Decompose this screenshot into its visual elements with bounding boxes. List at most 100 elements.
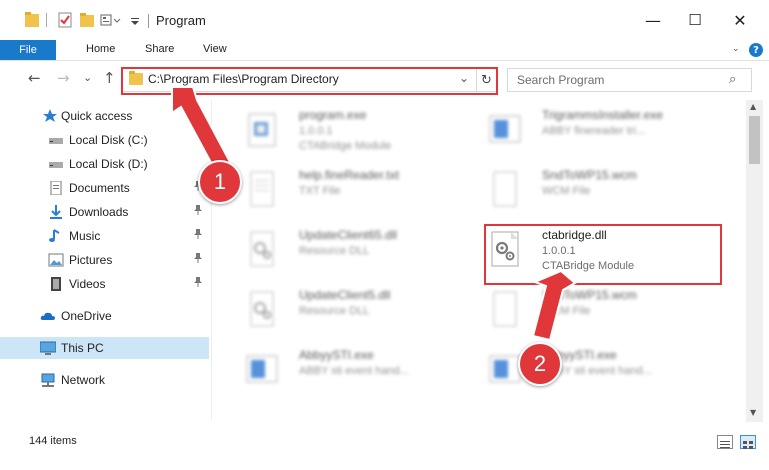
- pin-icon: [194, 229, 202, 242]
- sidebar-item-downloads[interactable]: Downloads: [0, 201, 209, 223]
- music-icon: [49, 229, 60, 242]
- file-name: SndToWP15.wcm: [542, 168, 637, 182]
- up-button[interactable]: ↑: [103, 69, 116, 87]
- sidebar-item-label: Local Disk (C:): [69, 133, 148, 147]
- star-icon: [43, 109, 57, 122]
- installer-icon: [246, 355, 278, 383]
- expand-ribbon-icon[interactable]: ⌄: [732, 44, 740, 54]
- file-item[interactable]: SndToWP15.wcm WCM File: [480, 284, 725, 342]
- large-icons-view-icon[interactable]: [740, 435, 756, 449]
- maximize-button[interactable]: ☐: [672, 0, 718, 40]
- drive-icon: [49, 162, 63, 168]
- sidebar-item-pictures[interactable]: Pictures: [0, 249, 209, 271]
- pin-icon: [194, 253, 202, 266]
- file-item[interactable]: help.fineReader.txt TXT File: [237, 164, 482, 222]
- recent-locations-button[interactable]: ⌄: [83, 71, 92, 84]
- file-name: help.fineReader.txt: [299, 168, 400, 182]
- search-placeholder: Search Program: [517, 73, 605, 87]
- details-view-icon[interactable]: [717, 435, 733, 449]
- tab-share[interactable]: Share: [145, 43, 174, 55]
- customize-toolbar-icon[interactable]: [100, 12, 122, 28]
- drive-icon: [49, 138, 63, 144]
- ribbon-tabs: File Home Share View ⌄ ?: [0, 40, 769, 61]
- sidebar-item-music[interactable]: Music: [0, 225, 209, 247]
- search-icon[interactable]: ⌕: [729, 72, 736, 87]
- file-detail: Resource DLL: [299, 305, 370, 317]
- file-description: CTABridge Module: [299, 140, 392, 152]
- pane-divider: [211, 100, 212, 420]
- file-item[interactable]: SndToWP15.wcm WCM File: [480, 164, 725, 222]
- file-item[interactable]: program.exe 1.0.0.1 CTABridge Module: [237, 104, 482, 162]
- item-count: 144 items: [29, 435, 77, 447]
- installer-icon: [489, 115, 521, 143]
- back-button[interactable]: ←: [28, 69, 41, 87]
- scroll-thumb[interactable]: [749, 116, 760, 164]
- file-name: AbbyySTI.exe: [299, 348, 374, 362]
- file-detail: ABBY finereader tri...: [542, 125, 646, 137]
- file-detail: WCM File: [542, 185, 591, 197]
- sidebar-item-label: Local Disk (D:): [69, 157, 148, 171]
- pipe-separator: [45, 12, 59, 28]
- window-title: Program: [156, 13, 206, 28]
- file-item[interactable]: AbbyySTI.exe ABBY sti event hand...: [480, 344, 725, 402]
- sidebar-item-label: This PC: [61, 341, 104, 355]
- sidebar-item-label: Music: [69, 229, 101, 243]
- file-detail: 1.0.0.1: [299, 125, 333, 137]
- exe-icon: [248, 113, 276, 147]
- tab-view[interactable]: View: [203, 43, 227, 55]
- forward-button[interactable]: →: [57, 69, 70, 87]
- file-detail: WCM File: [542, 305, 591, 317]
- search-box[interactable]: Search Program ⌕: [507, 68, 752, 92]
- file-detail: ABBY sti event hand...: [299, 365, 409, 377]
- sidebar-item-local-disk-d[interactable]: Local Disk (D:): [0, 153, 209, 175]
- file-highlight-box: [484, 224, 722, 285]
- sidebar-item-local-disk-c[interactable]: Local Disk (C:) 📌: [0, 129, 209, 151]
- sidebar-item-quick-access[interactable]: Quick access: [0, 105, 209, 127]
- file-item[interactable]: TrigrammsInstaller.exe ABBY finereader t…: [480, 104, 725, 162]
- step-2-badge: 2: [518, 342, 562, 386]
- folder-icon[interactable]: [25, 12, 39, 28]
- address-highlight-box: [121, 67, 498, 95]
- videos-icon: [51, 277, 61, 291]
- title-bar: Program — ☐ ✕: [0, 0, 769, 40]
- new-folder-icon[interactable]: [80, 12, 94, 28]
- navigation-pane: Quick access Local Disk (C:) 📌 Local Dis…: [0, 100, 211, 425]
- txt-icon: [250, 171, 274, 207]
- file-item[interactable]: UpdateClient5.dll Resource DLL: [237, 284, 482, 342]
- pictures-icon: [48, 253, 64, 267]
- step-1-badge: 1: [198, 160, 242, 204]
- help-icon[interactable]: ?: [749, 43, 763, 57]
- sidebar-item-onedrive[interactable]: OneDrive: [0, 305, 209, 327]
- file-detail: Resource DLL: [299, 245, 370, 257]
- tab-home[interactable]: Home: [86, 43, 115, 55]
- sidebar-item-network[interactable]: Network: [0, 369, 209, 391]
- dll-icon: [250, 231, 274, 267]
- sidebar-item-label: Quick access: [61, 109, 133, 123]
- file-name: TrigrammsInstaller.exe: [542, 108, 663, 122]
- scroll-up-icon[interactable]: ▲: [750, 102, 756, 111]
- cloud-icon: [40, 312, 55, 320]
- computer-icon: [40, 341, 56, 355]
- file-item[interactable]: UpdateClient65.dll Resource DLL: [237, 224, 482, 282]
- dll-icon: [250, 291, 274, 327]
- file-name: UpdateClient65.dll: [299, 228, 398, 242]
- documents-icon: [50, 181, 62, 195]
- scroll-down-icon[interactable]: ▼: [750, 408, 756, 417]
- file-detail: TXT File: [299, 185, 341, 197]
- sidebar-item-videos[interactable]: Videos: [0, 273, 209, 295]
- vertical-scrollbar[interactable]: ▲ ▼: [746, 100, 763, 422]
- minimize-button[interactable]: —: [630, 0, 676, 40]
- sidebar-item-documents[interactable]: Documents: [0, 177, 209, 199]
- tab-file[interactable]: File: [0, 40, 56, 60]
- sidebar-item-label: Videos: [69, 277, 106, 291]
- sidebar-item-label: Documents: [69, 181, 130, 195]
- installer-icon: [489, 355, 521, 383]
- file-name: SndToWP15.wcm: [542, 288, 637, 302]
- sidebar-item-label: Network: [61, 373, 106, 387]
- quick-access-dropdown-icon[interactable]: [129, 12, 143, 28]
- file-item[interactable]: AbbyySTI.exe ABBY sti event hand...: [237, 344, 482, 402]
- sidebar-item-label: Pictures: [69, 253, 113, 267]
- properties-icon[interactable]: [58, 12, 72, 28]
- close-button[interactable]: ✕: [717, 0, 763, 40]
- sidebar-item-this-pc[interactable]: This PC: [0, 337, 209, 359]
